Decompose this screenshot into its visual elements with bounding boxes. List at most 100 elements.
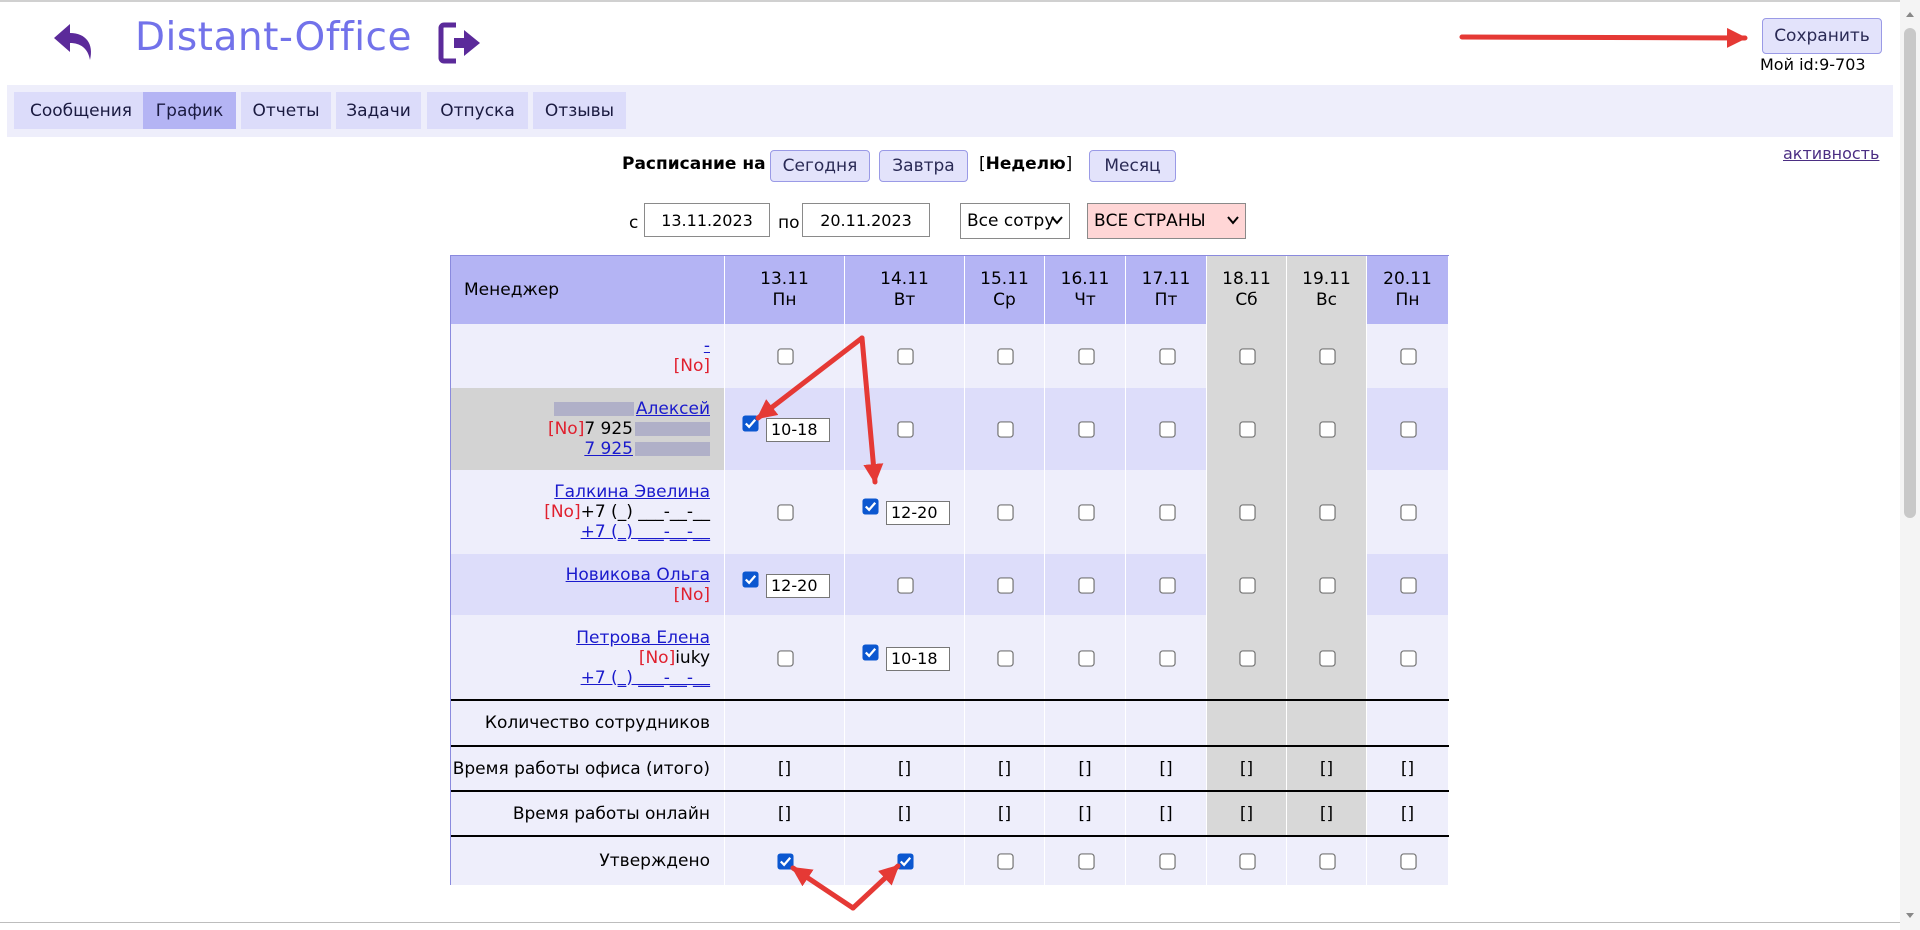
schedule-cell[interactable] — [1207, 615, 1287, 700]
shift-checkbox[interactable] — [777, 650, 794, 667]
approved-checkbox[interactable] — [1319, 853, 1336, 870]
shift-checkbox[interactable] — [1319, 650, 1336, 667]
vertical-scrollbar[interactable] — [1900, 0, 1920, 930]
shift-checkbox[interactable] — [1078, 421, 1095, 438]
today-button[interactable]: Сегодня — [770, 150, 870, 182]
schedule-cell[interactable] — [1367, 470, 1449, 554]
shift-checkbox[interactable] — [777, 504, 794, 521]
schedule-cell[interactable] — [1207, 388, 1287, 470]
schedule-cell[interactable] — [965, 554, 1045, 615]
shift-checkbox[interactable] — [862, 644, 879, 661]
shift-checkbox[interactable] — [1400, 577, 1417, 594]
schedule-cell[interactable] — [1207, 324, 1287, 388]
shift-checkbox[interactable] — [1400, 504, 1417, 521]
shift-checkbox[interactable] — [997, 650, 1014, 667]
logout-icon[interactable] — [438, 20, 484, 66]
schedule-cell[interactable] — [725, 615, 845, 700]
week-period-selected[interactable]: [Неделю] — [979, 154, 1072, 174]
schedule-cell[interactable] — [965, 470, 1045, 554]
schedule-cell[interactable] — [845, 388, 965, 470]
shift-checkbox[interactable] — [1159, 504, 1176, 521]
schedule-cell[interactable] — [1367, 388, 1449, 470]
schedule-cell[interactable] — [1287, 554, 1367, 615]
schedule-cell[interactable] — [965, 324, 1045, 388]
schedule-cell[interactable] — [965, 388, 1045, 470]
tab-schedule[interactable]: График — [143, 92, 236, 129]
schedule-cell[interactable] — [725, 324, 845, 388]
shift-checkbox[interactable] — [1239, 348, 1256, 365]
shift-checkbox[interactable] — [1159, 577, 1176, 594]
shift-checkbox[interactable] — [997, 348, 1014, 365]
month-button[interactable]: Месяц — [1089, 150, 1176, 182]
approved-checkbox[interactable] — [777, 853, 794, 870]
shift-checkbox[interactable] — [997, 421, 1014, 438]
employee-link[interactable]: +7 (_) ___-__-__ — [581, 522, 710, 542]
shift-checkbox[interactable] — [1319, 421, 1336, 438]
approved-row-cell[interactable] — [1287, 836, 1367, 885]
tomorrow-button[interactable]: Завтра — [879, 150, 968, 182]
schedule-cell[interactable] — [1126, 554, 1207, 615]
shift-time-input[interactable]: 12-20 — [886, 501, 950, 525]
approved-checkbox[interactable] — [1400, 853, 1417, 870]
employee-link[interactable]: - — [704, 336, 710, 356]
shift-checkbox[interactable] — [1239, 650, 1256, 667]
shift-checkbox[interactable] — [1239, 504, 1256, 521]
shift-checkbox[interactable] — [1239, 421, 1256, 438]
employee-link[interactable]: Петрова Елена — [576, 628, 710, 648]
shift-checkbox[interactable] — [997, 504, 1014, 521]
scroll-down-icon[interactable] — [1904, 910, 1916, 922]
approved-checkbox[interactable] — [1078, 853, 1095, 870]
schedule-cell[interactable]: 12-20 — [725, 554, 845, 615]
schedule-cell[interactable] — [845, 324, 965, 388]
shift-time-input[interactable]: 12-20 — [766, 574, 830, 598]
shift-checkbox[interactable] — [1319, 504, 1336, 521]
schedule-cell[interactable] — [725, 470, 845, 554]
shift-checkbox[interactable] — [1159, 348, 1176, 365]
shift-checkbox[interactable] — [897, 348, 914, 365]
save-button[interactable]: Сохранить — [1762, 18, 1882, 54]
date-from-input[interactable] — [644, 203, 770, 237]
employee-link[interactable]: 7 925 — [584, 439, 633, 459]
country-select[interactable]: ВСЕ СТРАНЫ — [1087, 203, 1246, 239]
shift-checkbox[interactable] — [777, 348, 794, 365]
staff-select[interactable]: Все сотру — [960, 203, 1070, 239]
shift-checkbox[interactable] — [1078, 650, 1095, 667]
shift-checkbox[interactable] — [742, 571, 759, 588]
schedule-cell[interactable] — [1367, 615, 1449, 700]
shift-time-input[interactable]: 10-18 — [766, 418, 830, 442]
employee-link[interactable]: Алексей — [636, 399, 710, 419]
back-arrow-icon[interactable] — [50, 18, 98, 68]
tab-reports[interactable]: Отчеты — [241, 92, 331, 129]
schedule-cell[interactable] — [1287, 388, 1367, 470]
approved-row-cell[interactable] — [845, 836, 965, 885]
schedule-cell[interactable] — [1367, 554, 1449, 615]
schedule-cell[interactable] — [845, 554, 965, 615]
schedule-cell[interactable] — [1045, 615, 1126, 700]
shift-checkbox[interactable] — [897, 421, 914, 438]
shift-checkbox[interactable] — [1400, 421, 1417, 438]
schedule-cell[interactable] — [1045, 470, 1126, 554]
shift-checkbox[interactable] — [1159, 650, 1176, 667]
employee-link[interactable]: Галкина Эвелина — [554, 482, 710, 502]
schedule-cell[interactable] — [1045, 554, 1126, 615]
tab-vacations[interactable]: Отпуска — [427, 92, 528, 129]
shift-checkbox[interactable] — [897, 577, 914, 594]
schedule-cell[interactable] — [1126, 388, 1207, 470]
approved-row-cell[interactable] — [1126, 836, 1207, 885]
shift-checkbox[interactable] — [742, 415, 759, 432]
scroll-up-icon[interactable] — [1904, 8, 1916, 20]
shift-time-input[interactable]: 10-18 — [886, 647, 950, 671]
shift-checkbox[interactable] — [1239, 577, 1256, 594]
schedule-cell[interactable] — [1045, 324, 1126, 388]
schedule-cell[interactable] — [1126, 324, 1207, 388]
approved-checkbox[interactable] — [1159, 853, 1176, 870]
schedule-cell[interactable] — [1126, 470, 1207, 554]
schedule-cell[interactable]: 10-18 — [845, 615, 965, 700]
schedule-cell[interactable] — [1207, 554, 1287, 615]
approved-row-cell[interactable] — [965, 836, 1045, 885]
shift-checkbox[interactable] — [997, 577, 1014, 594]
approved-row-cell[interactable] — [725, 836, 845, 885]
scrollbar-thumb[interactable] — [1904, 28, 1916, 518]
schedule-cell[interactable] — [965, 615, 1045, 700]
schedule-cell[interactable]: 12-20 — [845, 470, 965, 554]
